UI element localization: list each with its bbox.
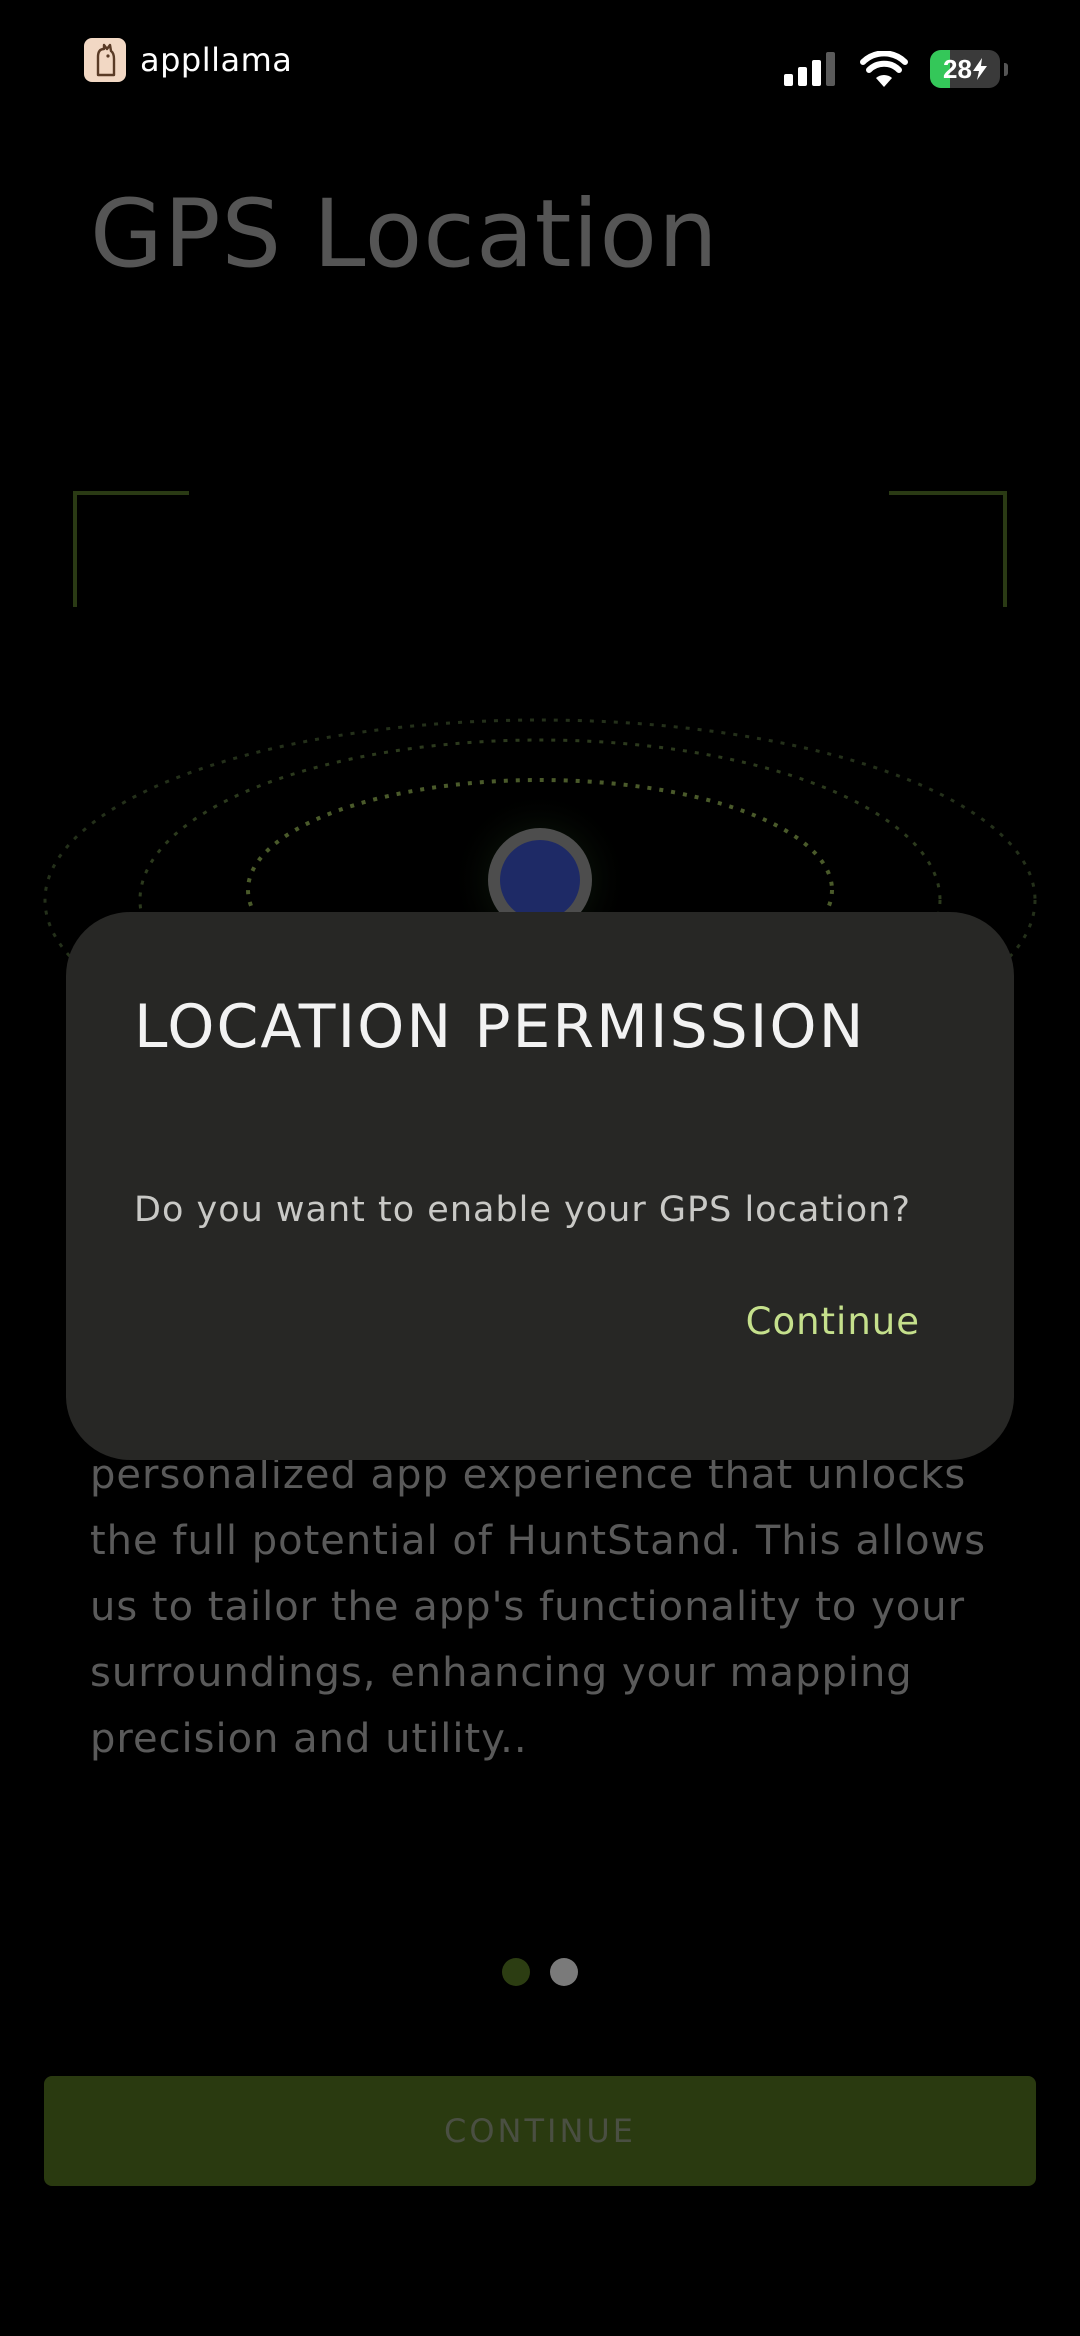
dialog-continue-button[interactable]: Continue — [746, 1300, 920, 1343]
dialog-title: LOCATION PERMISSION — [134, 992, 866, 1062]
location-permission-dialog: LOCATION PERMISSION Do you want to enabl… — [66, 912, 1014, 1460]
onboarding-description: personalized app experience that unlocks… — [90, 1452, 987, 1762]
page-dot-2[interactable] — [550, 1958, 578, 1986]
continue-button[interactable]: CONTINUE — [44, 2076, 1036, 2186]
radar-illustration — [43, 718, 1037, 1000]
dialog-message: Do you want to enable your GPS location? — [134, 1190, 911, 1230]
page-dot-1[interactable] — [502, 1958, 530, 1986]
page-indicator — [0, 1958, 1080, 1986]
